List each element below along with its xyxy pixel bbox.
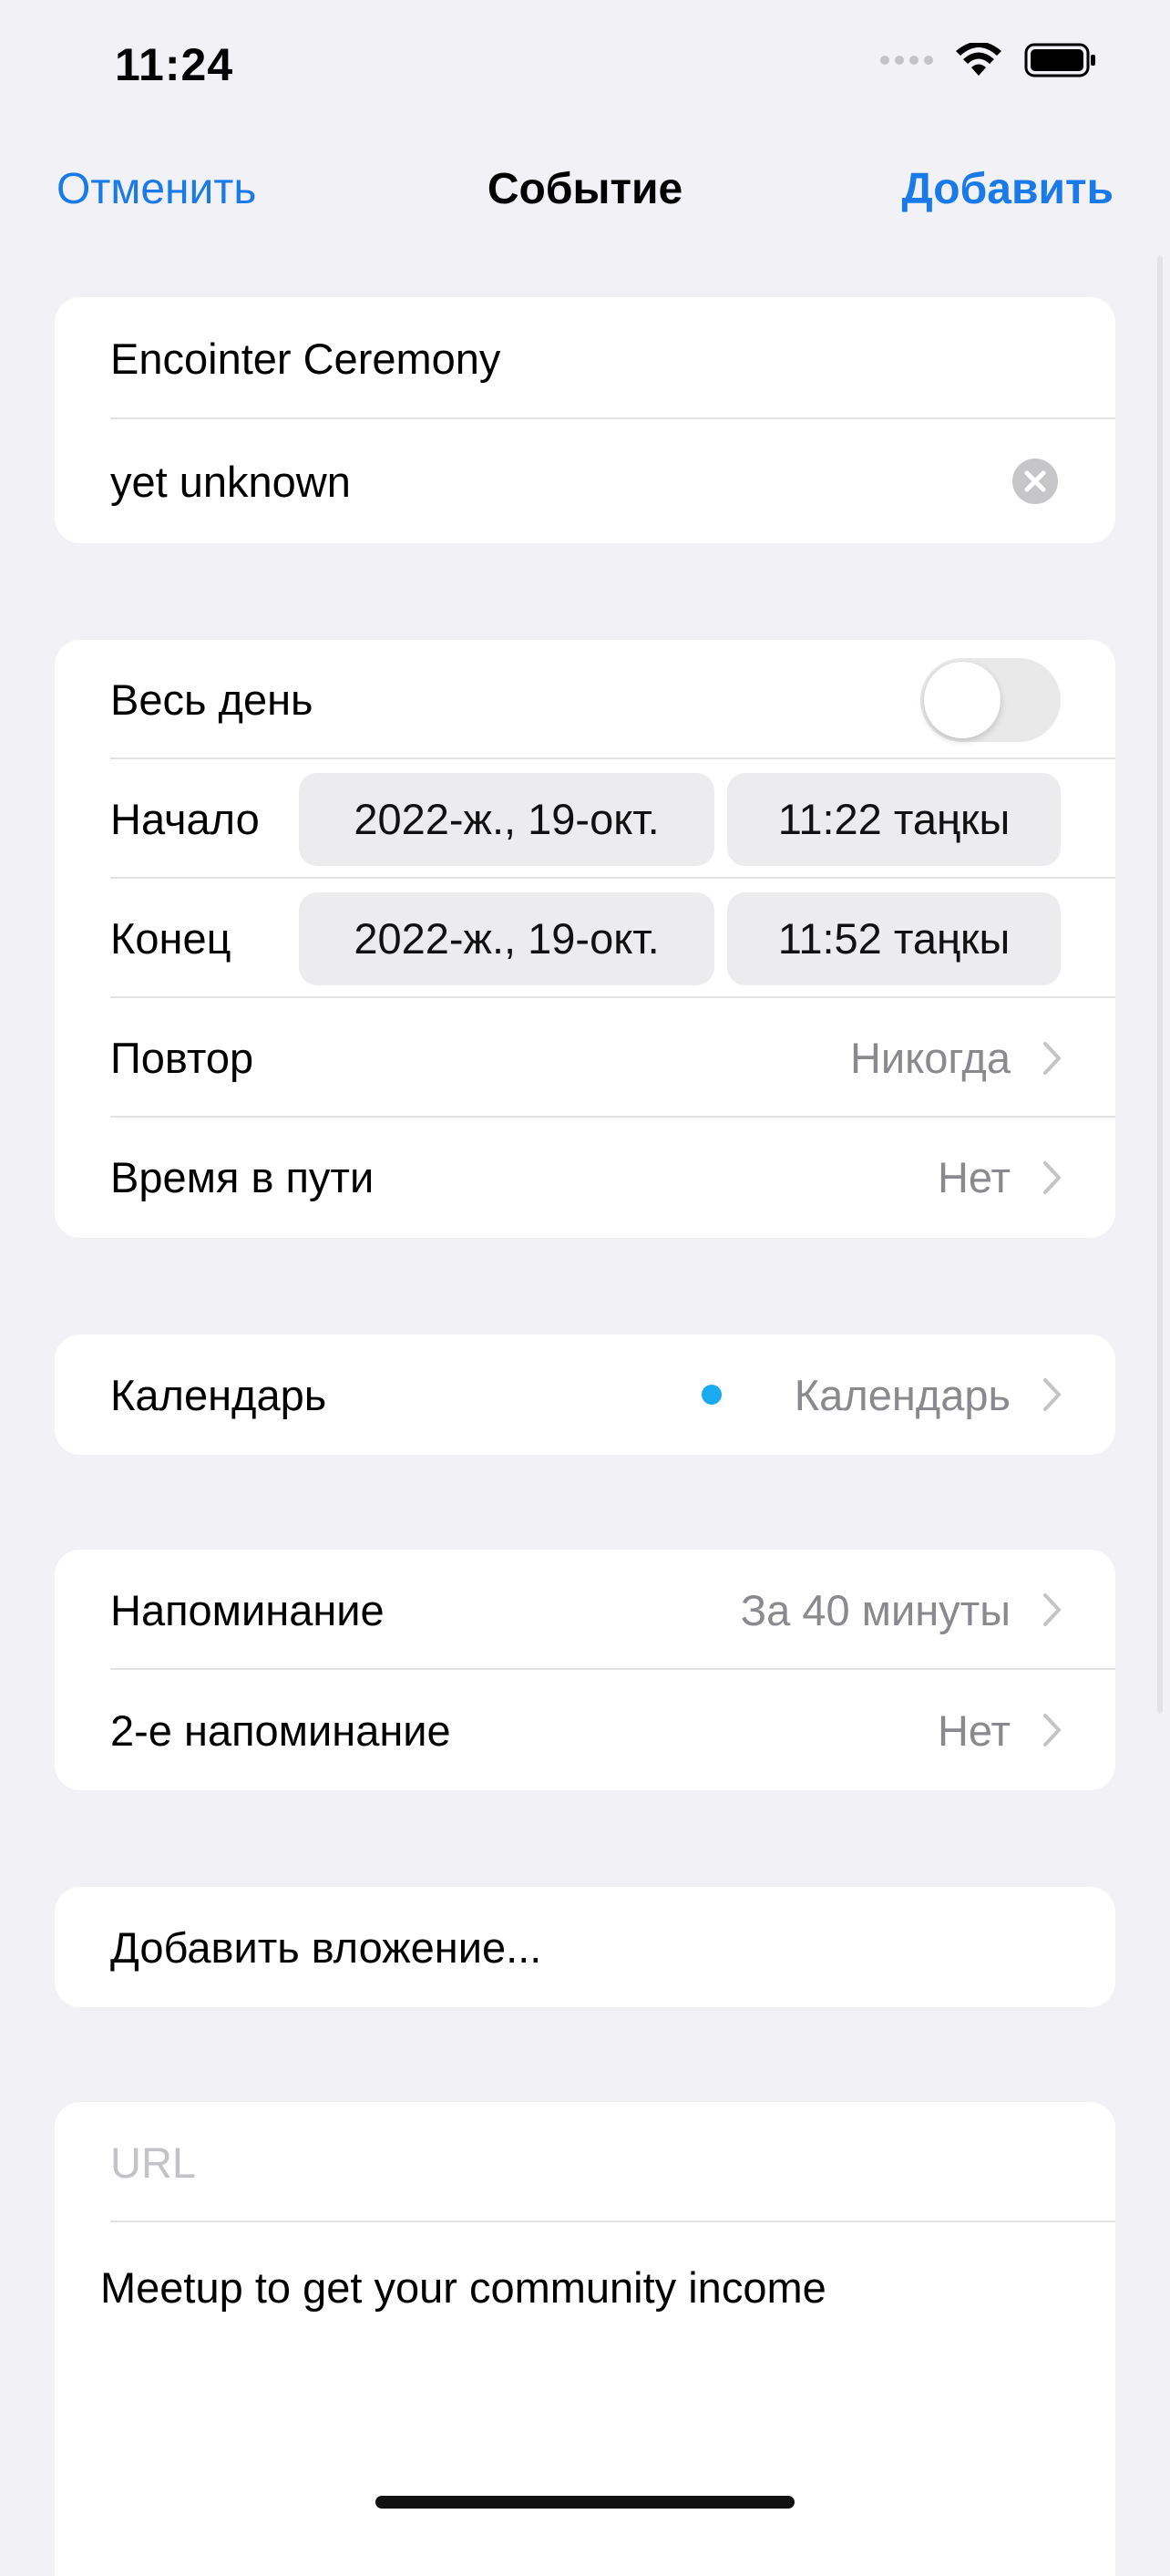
all-day-label: Весь день — [110, 675, 313, 724]
status-bar: 11:24 — [0, 0, 1170, 137]
end-row: Конец 2022-ж., 19-окт. 11:52 таңкы — [55, 879, 1115, 998]
chevron-right-icon — [1043, 1378, 1061, 1411]
home-indicator[interactable] — [375, 2496, 795, 2509]
calendar-color-dot-icon — [702, 1385, 722, 1405]
scroll-indicator[interactable] — [1157, 255, 1163, 1714]
chevron-right-icon — [1043, 1593, 1061, 1626]
second-alert-row[interactable]: 2-е напоминание Нет — [55, 1670, 1115, 1790]
start-date-button[interactable]: 2022-ж., 19-окт. — [299, 772, 714, 866]
calendar-card: Календарь Календарь — [55, 1334, 1115, 1455]
attachment-card: Добавить вложение... — [55, 1887, 1115, 2007]
url-field[interactable]: URL — [55, 2102, 1115, 2222]
location-field[interactable]: yet unknown — [55, 419, 1115, 543]
alerts-card: Напоминание За 40 минуты 2-е напоминание… — [55, 1550, 1115, 1790]
travel-time-value: Нет — [937, 1153, 1011, 1201]
travel-time-label: Время в пути — [110, 1153, 375, 1201]
battery-icon — [1024, 43, 1095, 77]
calendar-value: Календарь — [794, 1370, 1011, 1419]
end-date-button[interactable]: 2022-ж., 19-окт. — [299, 891, 714, 985]
chevron-right-icon — [1043, 1160, 1061, 1194]
calendar-label: Календарь — [110, 1370, 327, 1419]
start-row: Начало 2022-ж., 19-окт. 11:22 таңкы — [55, 759, 1115, 879]
navigation-bar: Отменить Событие Добавить — [0, 155, 1170, 228]
title-field[interactable]: Encointer Ceremony — [55, 297, 1115, 419]
timing-card: Весь день Начало 2022-ж., 19-окт. 11:22 … — [55, 640, 1115, 1238]
title-text[interactable]: Encointer Ceremony — [110, 334, 500, 384]
clear-icon[interactable] — [1011, 458, 1059, 505]
alert-row[interactable]: Напоминание За 40 минуты — [55, 1550, 1115, 1670]
calendar-row[interactable]: Календарь Календарь — [55, 1334, 1115, 1455]
location-text[interactable]: yet unknown — [110, 457, 351, 507]
alert-value: За 40 минуты — [740, 1585, 1011, 1634]
travel-time-row[interactable]: Время в пути Нет — [55, 1118, 1115, 1237]
add-attachment-button[interactable]: Добавить вложение... — [55, 1887, 1115, 2007]
repeat-row[interactable]: Повтор Никогда — [55, 998, 1115, 1118]
notes-text[interactable]: Meetup to get your community income — [100, 2262, 826, 2313]
repeat-value: Никогда — [849, 1034, 1011, 1082]
second-alert-value: Нет — [937, 1705, 1011, 1755]
second-alert-label: 2-е напоминание — [110, 1705, 451, 1755]
url-placeholder[interactable]: URL — [110, 2138, 196, 2188]
add-button[interactable]: Добавить — [902, 164, 1114, 214]
chevron-right-icon — [1043, 1041, 1061, 1075]
add-attachment-label: Добавить вложение... — [110, 1922, 542, 1972]
wifi-icon — [956, 43, 1001, 76]
start-time-button[interactable]: 11:22 таңкы — [727, 772, 1061, 866]
repeat-label: Повтор — [110, 1034, 254, 1082]
status-time: 11:24 — [115, 39, 234, 90]
status-icons — [880, 42, 1097, 78]
all-day-row: Весь день — [55, 640, 1115, 759]
start-label: Начало — [110, 795, 260, 843]
end-time-button[interactable]: 11:52 таңкы — [727, 891, 1061, 985]
all-day-toggle[interactable] — [920, 657, 1061, 742]
notes-field[interactable]: Meetup to get your community income — [55, 2222, 1115, 2576]
cellular-signal-icon — [880, 56, 933, 65]
toggle-knob — [924, 661, 1001, 738]
chevron-right-icon — [1043, 1714, 1061, 1747]
title-location-card: Encointer Ceremony yet unknown — [55, 297, 1115, 543]
alert-label: Напоминание — [110, 1585, 385, 1634]
end-label: Конец — [110, 914, 231, 963]
